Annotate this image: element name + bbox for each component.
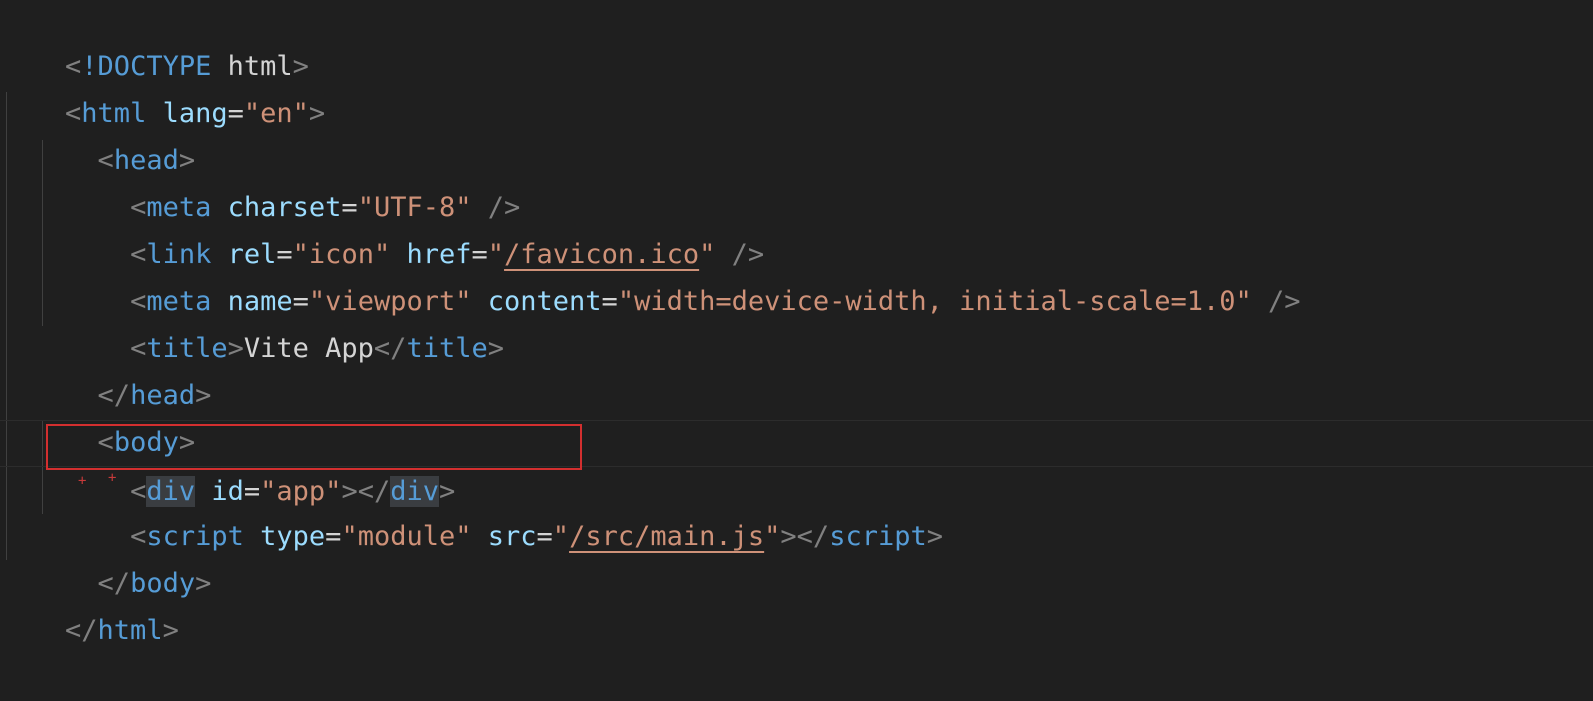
code-line-5[interactable]: <link rel="icon" href="/favicon.ico" />: [0, 184, 1593, 270]
code-line-9[interactable]: <body>: [0, 372, 1593, 458]
code-line-3[interactable]: <head>: [0, 90, 1593, 176]
highlight-box: [46, 424, 582, 470]
edit-marker-icon: +: [78, 473, 87, 489]
code-line-13[interactable]: </html>: [0, 560, 1593, 646]
code-line-7[interactable]: <title>Vite App</title>: [0, 278, 1593, 364]
code-line-8[interactable]: </head>: [0, 325, 1593, 411]
code-line-2[interactable]: <html lang="en">: [0, 43, 1593, 129]
code-line-12[interactable]: </body>: [0, 513, 1593, 599]
code-line-4[interactable]: <meta charset="UTF-8" />: [0, 137, 1593, 223]
code-editor[interactable]: <!DOCTYPE html> <html lang="en"> <head> …: [0, 0, 1593, 646]
code-line-6[interactable]: <meta name="viewport" content="width=dev…: [0, 231, 1593, 317]
code-line-11[interactable]: <script type="module" src="/src/main.js"…: [0, 466, 1593, 552]
code-line-1[interactable]: <!DOCTYPE html>: [0, 0, 1593, 82]
edit-marker-icon: +: [108, 470, 117, 486]
